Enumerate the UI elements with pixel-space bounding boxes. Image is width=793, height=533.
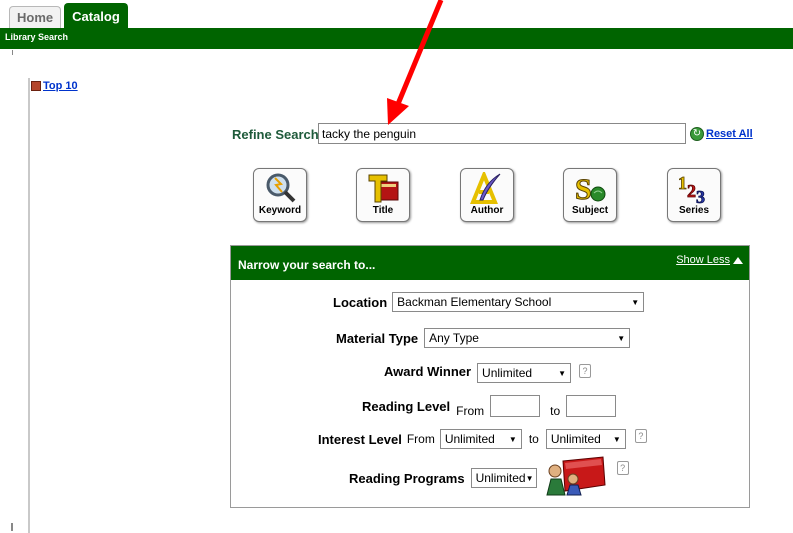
location-row: Location Backman Elementary School ▼	[333, 292, 645, 312]
collapse-arrow-icon	[733, 256, 743, 264]
show-less-label: Show Less	[676, 254, 730, 266]
interest-level-to-label: to	[528, 432, 539, 446]
top10-link[interactable]: Top 10	[43, 80, 78, 92]
reading-programs-select[interactable]: Unlimited ▼	[470, 468, 537, 488]
book-stack-icon	[31, 81, 41, 91]
material-type-label: Material Type	[336, 330, 419, 346]
divider	[11, 523, 13, 531]
title-search-button[interactable]: Title	[356, 168, 410, 222]
reading-level-row: Reading Level From to	[362, 394, 617, 418]
title-label: Title	[372, 205, 394, 216]
title-book-icon	[368, 174, 399, 203]
reading-level-label: Reading Level	[362, 398, 451, 414]
svg-text:S: S	[575, 173, 592, 204]
subject-icon: S	[575, 173, 606, 204]
dropdown-arrow-icon: ▼	[631, 297, 640, 307]
series-label: Series	[678, 205, 710, 216]
tab-catalog[interactable]: Catalog	[64, 3, 128, 28]
subject-label: Subject	[571, 205, 609, 216]
keyword-label: Keyword	[258, 205, 302, 216]
divider	[12, 50, 13, 55]
reading-programs-help-icon[interactable]: ?	[616, 461, 629, 475]
interest-level-row: Interest Level From Unlimited ▼ to Unlim…	[318, 429, 647, 449]
interest-level-from-select[interactable]: Unlimited ▼	[439, 429, 522, 449]
reading-kids-book-icon	[545, 456, 606, 496]
dropdown-arrow-icon: ▼	[525, 473, 534, 483]
award-winner-select-value: Unlimited	[482, 366, 533, 380]
breadcrumb-bar: Library Search	[0, 28, 793, 49]
refine-search-label: Refine Search	[232, 127, 319, 142]
reading-programs-select-value: Unlimited	[475, 471, 526, 485]
award-winner-label: Award Winner	[384, 363, 472, 379]
reading-level-to-input[interactable]	[566, 395, 617, 417]
dropdown-arrow-icon: ▼	[612, 434, 621, 444]
award-winner-row: Award Winner Unlimited ▼ ?	[384, 359, 592, 383]
award-winner-help-icon[interactable]: ?	[579, 364, 592, 378]
material-type-select-value: Any Type	[429, 331, 479, 345]
refresh-icon: ↻	[690, 127, 704, 141]
top10-link-group[interactable]: Top 10	[31, 80, 78, 92]
series-123-icon: 1 2 3	[678, 173, 706, 204]
material-type-select[interactable]: Any Type ▼	[424, 328, 631, 348]
svg-text:2: 2	[687, 181, 696, 201]
narrow-search-header: Narrow your search to... Show Less	[231, 246, 749, 280]
dropdown-arrow-icon: ▼	[617, 333, 626, 343]
reset-all-link-group[interactable]: ↻ Reset All	[690, 127, 753, 141]
reset-all-link[interactable]: Reset All	[706, 128, 753, 140]
left-divider	[28, 78, 30, 533]
interest-level-to-select[interactable]: Unlimited ▼	[545, 429, 626, 449]
reading-programs-label: Reading Programs	[349, 470, 465, 486]
dropdown-arrow-icon: ▼	[558, 368, 567, 378]
reading-programs-row: Reading Programs Unlimited ▼ ?	[349, 456, 629, 497]
dropdown-arrow-icon: ▼	[508, 434, 517, 444]
search-input[interactable]	[318, 123, 686, 144]
reading-level-to-label: to	[550, 404, 561, 418]
interest-level-to-value: Unlimited	[550, 432, 601, 446]
interest-level-label: Interest Level	[318, 431, 402, 447]
series-search-button[interactable]: 1 2 3 Series	[667, 168, 721, 222]
magnifier-icon	[266, 173, 296, 203]
author-quill-icon	[470, 172, 501, 204]
breadcrumb: Library Search	[5, 32, 69, 42]
material-type-row: Material Type Any Type ▼	[336, 328, 631, 348]
show-less-link[interactable]: Show Less	[676, 254, 743, 266]
subject-search-button[interactable]: S Subject	[563, 168, 617, 222]
svg-text:1: 1	[678, 173, 687, 193]
location-select-value: Backman Elementary School	[397, 295, 552, 309]
main-tabs: Home Catalog	[9, 3, 131, 28]
author-search-button[interactable]: Author	[460, 168, 514, 222]
award-winner-select[interactable]: Unlimited ▼	[477, 363, 572, 383]
interest-level-from-label: From	[406, 432, 435, 446]
svg-text:3: 3	[696, 187, 705, 204]
interest-level-from-value: Unlimited	[444, 432, 495, 446]
author-label: Author	[470, 205, 504, 216]
reading-level-from-label: From	[456, 404, 485, 418]
interest-level-help-icon[interactable]: ?	[634, 429, 647, 443]
keyword-search-button[interactable]: Keyword	[253, 168, 307, 222]
tab-home[interactable]: Home	[9, 6, 62, 28]
location-select[interactable]: Backman Elementary School ▼	[392, 292, 645, 312]
location-label: Location	[333, 294, 388, 310]
narrow-search-title: Narrow your search to...	[238, 258, 376, 272]
reading-level-from-input[interactable]	[490, 395, 541, 417]
